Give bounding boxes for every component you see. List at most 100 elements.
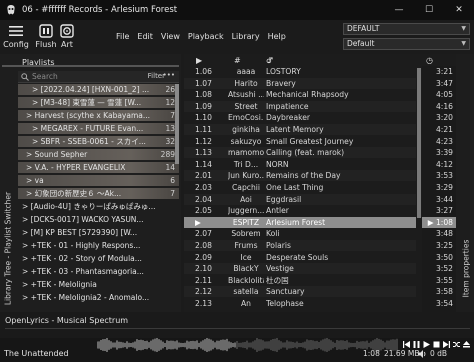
layout-select-bottom[interactable]: Default ▼: [343, 38, 470, 50]
playlist-tree-item[interactable]: > MEGAREX - FUTURE Evan... 13: [18, 123, 179, 134]
playlist-row[interactable]: 2.08 Frums Polaris: [184, 240, 416, 251]
playlist-row[interactable]: 1.10 EmoCosi...Daybreaker: [184, 112, 416, 123]
playlist-tree-item[interactable]: > +TEK - 02 - Story of Modula...: [18, 253, 179, 264]
playlist-row[interactable]: 2.04 Aoi Eggdrasil: [184, 193, 416, 205]
playlist-row[interactable]: 2.13 An Telophase: [184, 298, 416, 309]
playlist-tree-item[interactable]: > +TEK - Melolignia2 - Anomalo...: [18, 292, 179, 303]
menu-library[interactable]: Library: [232, 32, 260, 41]
playlist-tree-item[interactable]: > V.A. - HYPER EVANGELIX 14: [18, 162, 179, 173]
stop-button[interactable]: [432, 339, 440, 349]
playlist-track-count: 7: [170, 189, 175, 198]
playlist-tree-item[interactable]: > [M3-48] 東雪蓮 — 雪蓮 [W... 12: [18, 97, 179, 108]
memory-usage: 21.69 MB: [384, 349, 420, 358]
minimize-button[interactable]: —: [384, 0, 414, 20]
track-duration: 4:21: [435, 125, 453, 134]
item-properties-side-tab[interactable]: Item properties: [456, 54, 474, 312]
track-artist: satella: [233, 287, 259, 297]
track-title: Calling (feat. marok): [266, 148, 345, 158]
app-logo-icon: [7, 5, 15, 15]
playlist-row[interactable]: 1.11 ginkiha Latent Memory: [184, 124, 416, 135]
spectrum-panel-title: OpenLyrics - Musical Spectrum: [5, 316, 129, 325]
menu-playback[interactable]: Playback: [188, 32, 224, 41]
playlist-row[interactable]: 1.12 sakuzyo Small Greatest Journey: [184, 136, 416, 147]
playlist-tree-item[interactable]: > va 6: [18, 175, 179, 186]
art-button[interactable]: Art: [52, 22, 82, 52]
playlist-row[interactable]: 1.07 Harito Bravery: [184, 77, 416, 89]
item-properties-label: Item properties: [461, 239, 471, 298]
play-column-icon[interactable]: ▶: [196, 56, 202, 65]
duration-column: 3:21 3:47 4:05 4:16 3:20 4:21 4:23 3:39 4:12 3:53…: [422, 66, 456, 312]
menu-help[interactable]: Help: [268, 32, 286, 41]
track-number: 2.01: [195, 171, 212, 181]
menu-file[interactable]: File: [116, 32, 129, 41]
playlist-row[interactable]: 2.10 BlackY Vestige: [184, 263, 416, 275]
title-column-icon[interactable]: ♪: [267, 56, 272, 65]
pause-button[interactable]: [412, 339, 420, 349]
track-artist: An: [240, 299, 251, 308]
playlist-row[interactable]: 1.06 aaaa LOSTORY: [184, 66, 416, 77]
track-duration: 3:47: [435, 78, 453, 88]
playlist-tree-item-label: > +TEK - Melolignia: [22, 280, 97, 289]
track-duration: 3:39: [435, 148, 453, 158]
playlist-row[interactable]: 2.09 Ice Desperate Souls: [184, 252, 416, 263]
playlist-row[interactable]: 2.01 Jun Kuro... Remains of the Day: [184, 170, 416, 182]
playlist-row[interactable]: 1.08 Atsushi ... Mechanical Rhapsody: [184, 89, 416, 100]
track-column-header[interactable]: #: [234, 56, 241, 65]
art-label: Art: [61, 40, 73, 49]
playlist-tree-item[interactable]: > Harvest (scythe x Kabayama... 7: [18, 110, 179, 121]
playlist-tree-item[interactable]: > [DCKS-0017] WACKO YASUN...: [18, 214, 179, 225]
playlist-tree-item[interactable]: > 幻象団の新歴史６ 〜Ak... 7: [18, 188, 179, 199]
open-button[interactable]: [462, 339, 471, 349]
playlist-search-input[interactable]: Search Filter •••: [18, 71, 179, 83]
playlist-row[interactable]: 2.05 Juggern... Antler: [184, 205, 416, 216]
playlist-tree-item[interactable]: > [2022.04.24] [HXN-001_2] ... 26: [18, 84, 179, 95]
library-tree-side-tab[interactable]: Library Tree - Playlist Switcher: [1, 84, 15, 312]
playlist-tree-item[interactable]: > +TEK - 01 - Highly Respons...: [18, 240, 179, 251]
spectrum-panel: OpenLyrics - Musical Spectrum: [0, 312, 474, 338]
playlist-row[interactable]: 2.03 Capchii One Last Thing: [184, 182, 416, 193]
filter-options-button[interactable]: •••: [163, 71, 175, 79]
panel-horizontal-scrollbar[interactable]: [2, 65, 179, 67]
track-duration: 3:21: [435, 67, 453, 76]
scrollbar-thumb[interactable]: [417, 68, 421, 218]
menu-edit[interactable]: Edit: [137, 32, 153, 41]
layout-select-top[interactable]: DEFAULT ▼: [343, 23, 470, 35]
track-title: Impatience: [266, 101, 309, 111]
random-button[interactable]: [452, 339, 460, 349]
playlist-tree-item-label: > va: [26, 176, 44, 185]
playlist-row[interactable]: 2.12 satella Sanctuary: [184, 286, 416, 298]
playlist-tree-item[interactable]: > +TEK - Melolignia: [18, 279, 179, 290]
playlist-tree-item-label: > [DCKS-0017] WACKO YASUN...: [22, 215, 144, 224]
play-button[interactable]: [422, 339, 430, 349]
playlist-tree-item[interactable]: > [M] KP BEST [5729390] [W...: [18, 227, 179, 238]
menu-view[interactable]: View: [161, 32, 180, 41]
playlist-tree-item[interactable]: > Sound Sepher 289: [18, 149, 179, 160]
now-playing-row[interactable]: ▶ ESPITZ Arlesium Forest: [184, 216, 416, 228]
playlist-tree-item-label: > MEGAREX - FUTURE Evan...: [32, 124, 144, 133]
playlist-tree-item-label: > [M] KP BEST [5729390] [W...: [22, 228, 138, 237]
playlist-row[interactable]: 2.07 Sobrem Koli: [184, 228, 416, 239]
elapsed-time: 1:08: [363, 349, 380, 358]
window-title: 06 - #ffffff Records - Arlesium Forest: [22, 5, 178, 15]
close-button[interactable]: ✕: [444, 0, 474, 20]
track-artist: Aoi: [240, 194, 252, 204]
playlist-row[interactable]: 1.14 Tri D... NORN: [184, 159, 416, 170]
duration-column-icon[interactable]: ◷: [426, 56, 433, 65]
config-button[interactable]: Config: [1, 22, 31, 52]
maximize-button[interactable]: ☐: [414, 0, 444, 20]
tree-vertical-scrollbar[interactable]: [175, 84, 179, 164]
speaker-icon[interactable]: [418, 350, 427, 358]
playlist-tree-item[interactable]: > [Audio-4U] きゃりーぱみゅぱみゅ...: [18, 201, 179, 212]
track-number: 2.10: [195, 264, 212, 274]
playlist-row[interactable]: 1.09 Street Impatience: [184, 100, 416, 112]
playlist-tree-item[interactable]: > SBFR - SSEB-0061 - スカイ... 32: [18, 136, 179, 147]
title-bar: 06 - #ffffff Records - Arlesium Forest —…: [0, 0, 474, 20]
playlist-tree-item[interactable]: > +TEK - 03 - Phantasmagoria...: [18, 266, 179, 277]
previous-button[interactable]: [402, 339, 410, 349]
waveform-seekbar[interactable]: [97, 338, 399, 352]
next-button[interactable]: [442, 339, 450, 349]
playlist-row[interactable]: 2.11 Blacklolita 杜の国: [184, 275, 416, 286]
playlist-row[interactable]: 1.13 mamomo Calling (feat. marok): [184, 147, 416, 159]
track-number: 1.10: [195, 113, 212, 123]
track-number: 2.11: [195, 275, 212, 285]
